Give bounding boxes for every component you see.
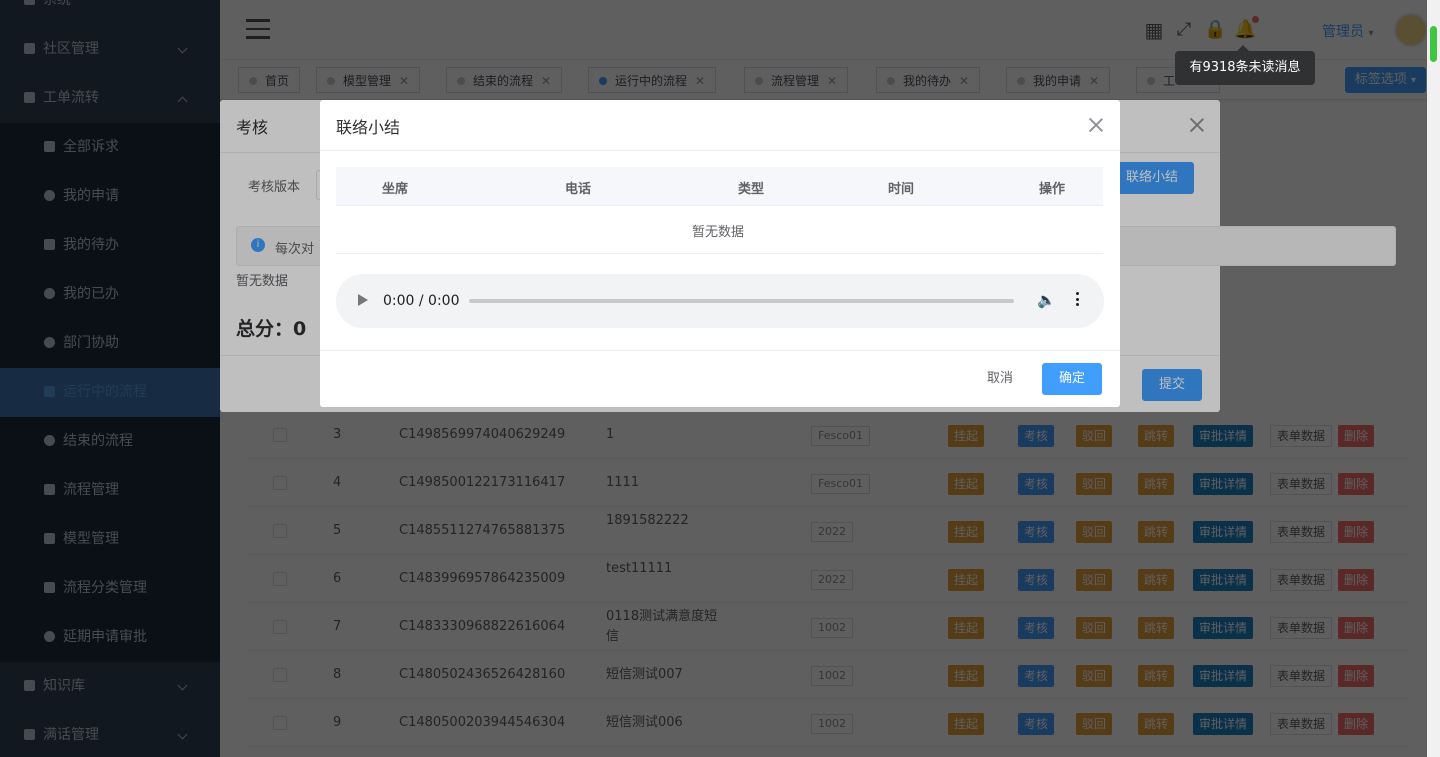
close-icon[interactable] [1089, 118, 1103, 132]
column-header-phone: 电话 [565, 182, 592, 197]
volume-icon[interactable]: 🔈 [1037, 291, 1056, 309]
empty-row: 暂无数据 [336, 206, 1103, 254]
contact-summary-dialog: 联络小结 坐席 电话 类型 时间 操作 暂无数据 0:00 / 0:00 🔈 取… [320, 100, 1120, 407]
audio-time: 0:00 / 0:00 [383, 293, 460, 309]
scrollbar-thumb[interactable] [1430, 26, 1437, 62]
column-header-action: 操作 [1039, 182, 1066, 197]
notification-tooltip: 有9318条未读消息 [1175, 45, 1315, 85]
dialog-title: 联络小结 [336, 118, 401, 137]
column-header-type: 类型 [738, 182, 765, 197]
divider [320, 150, 1120, 151]
divider [320, 350, 1120, 351]
column-header-agent: 坐席 [382, 182, 409, 197]
more-options-icon[interactable] [1076, 292, 1079, 310]
empty-text: 暂无数据 [692, 225, 745, 240]
play-icon[interactable] [358, 294, 368, 306]
confirm-button[interactable]: 确定 [1042, 363, 1102, 395]
audio-progress-bar[interactable] [469, 299, 1014, 303]
scrollbar[interactable] [1427, 0, 1440, 757]
column-header-time: 时间 [888, 182, 915, 197]
tooltip-text: 有9318条未读消息 [1189, 60, 1301, 75]
audio-player: 0:00 / 0:00 🔈 [336, 274, 1104, 328]
table-header: 坐席 电话 类型 时间 操作 [336, 167, 1103, 206]
cancel-button[interactable]: 取消 [970, 363, 1030, 395]
